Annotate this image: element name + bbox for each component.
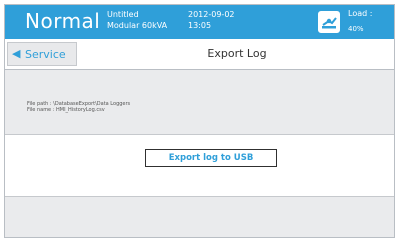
triangle-left-icon: ◀	[12, 47, 21, 60]
page-titlebar: ◀ Service Export Log	[5, 39, 394, 70]
export-log-to-usb-button[interactable]: Export log to USB	[145, 149, 277, 167]
system-status: Normal	[25, 9, 101, 33]
back-service-button[interactable]: ◀ Service	[7, 42, 77, 66]
export-panel: Export log to USB	[5, 134, 394, 197]
load-label: Load :	[348, 9, 373, 18]
page-title: Export Log	[207, 47, 267, 60]
date-display: 2012-09-02	[188, 10, 235, 19]
file-info: File path : \DatabaseExport\Data Loggers…	[27, 101, 130, 113]
time-display: 13:05	[188, 21, 212, 30]
screen-frame: Normal Untitled Modular 60kVA 2012-09-02…	[4, 4, 395, 238]
load-meter-glyph	[322, 17, 337, 29]
system-name: Untitled	[107, 10, 139, 19]
back-button-label: Service	[25, 48, 66, 61]
load-meter-icon[interactable]	[318, 11, 340, 33]
status-header: Normal Untitled Modular 60kVA 2012-09-02…	[5, 5, 394, 39]
load-value: 40%	[348, 25, 364, 33]
file-name: File name : HMI_HistoryLog.csv	[27, 107, 105, 113]
system-model: Modular 60kVA	[107, 21, 168, 30]
